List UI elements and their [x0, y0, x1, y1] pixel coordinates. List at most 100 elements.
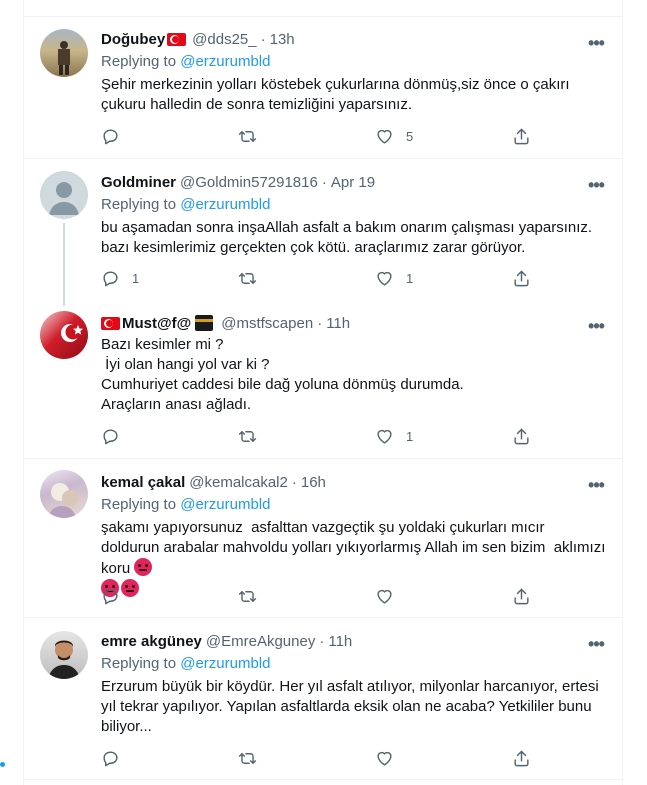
share-button[interactable]: [512, 426, 531, 446]
more-options-icon[interactable]: •••: [586, 635, 606, 658]
tweet[interactable]: kemal çakal @kemalcakal2 · 16h Replying …: [24, 460, 622, 618]
action-bar: [101, 748, 531, 768]
notification-dot-icon: [0, 762, 5, 767]
like-count: 1: [406, 428, 414, 444]
tweet-text: Erzurum büyük bir köydür. Her yıl asfalt…: [101, 678, 603, 735]
tweet[interactable]: Doğubey @dds25_ · 13h Replying to @erzur…: [24, 16, 622, 159]
replying-to-label: Replying to: [101, 655, 177, 672]
user-handle[interactable]: @mstfscapen: [221, 315, 313, 332]
more-options-icon[interactable]: •••: [586, 476, 606, 499]
tweet-header: Goldminer @Goldmin57291816 · Apr 19: [101, 172, 606, 192]
replying-to-link[interactable]: @erzurumbld: [180, 496, 270, 513]
share-icon: [514, 428, 529, 444]
avatar[interactable]: [40, 29, 88, 77]
avatar[interactable]: [40, 631, 88, 679]
tweet-header: Doğubey @dds25_ · 13h: [101, 29, 606, 49]
tweet-header: Must@f@ @mstfscapen · 11h: [101, 313, 606, 333]
reply-button[interactable]: [101, 586, 171, 606]
display-name[interactable]: Must@f@: [122, 315, 191, 332]
reply-button[interactable]: 1: [101, 268, 171, 288]
replying-to-label: Replying to: [101, 53, 177, 70]
avatar[interactable]: [40, 311, 88, 359]
display-name[interactable]: kemal çakal: [101, 474, 185, 491]
separator-dot: ·: [317, 314, 323, 332]
share-button[interactable]: [512, 268, 531, 288]
timestamp[interactable]: 11h: [326, 315, 350, 332]
display-name[interactable]: Goldminer: [101, 174, 176, 191]
share-button[interactable]: [512, 126, 531, 146]
like-button[interactable]: [375, 748, 445, 768]
heart-icon: [377, 429, 392, 444]
avatar[interactable]: [40, 470, 88, 518]
reply-button[interactable]: [101, 748, 171, 768]
replying-to: Replying to @erzurumbld: [101, 52, 606, 72]
like-button[interactable]: 5: [375, 126, 445, 146]
tweet[interactable]: Goldminer @Goldmin57291816 · Apr 19 Repl…: [24, 160, 622, 306]
display-name[interactable]: emre akgüney: [101, 633, 202, 650]
tweet-text-content: şakamı yapıyorsunuz asfalttan vazgeçtik …: [101, 519, 610, 577]
share-icon: [514, 750, 529, 766]
turkey-flag-icon: [101, 316, 120, 330]
avatar[interactable]: [40, 171, 88, 219]
separator-dot: ·: [321, 173, 327, 191]
tweet[interactable]: Must@f@ @mstfscapen · 11h Bazı kesimler …: [24, 303, 622, 459]
like-count: 5: [406, 128, 414, 144]
replying-to-label: Replying to: [101, 196, 177, 213]
separator-dot: ·: [319, 632, 325, 650]
angry-face-emoji-icon: [134, 558, 153, 576]
timestamp[interactable]: 16h: [301, 474, 326, 491]
more-options-icon[interactable]: •••: [586, 176, 606, 199]
like-button[interactable]: [375, 586, 445, 606]
timeline: Doğubey @dds25_ · 13h Replying to @erzur…: [23, 0, 623, 785]
retweet-icon: [238, 430, 257, 442]
timestamp[interactable]: 13h: [270, 31, 295, 48]
like-button[interactable]: 1: [375, 426, 445, 446]
retweet-button[interactable]: [238, 268, 308, 288]
reply-button[interactable]: [101, 426, 171, 446]
like-count: 1: [406, 270, 414, 286]
retweet-button[interactable]: [238, 426, 308, 446]
retweet-icon: [238, 272, 257, 284]
action-bar: 1: [101, 426, 531, 446]
action-bar: 5: [101, 126, 531, 146]
turkey-flag-icon: [167, 32, 187, 46]
replying-to: Replying to @erzurumbld: [101, 495, 606, 515]
separator-dot: ·: [260, 30, 266, 48]
heart-icon: [377, 129, 392, 144]
reply-icon: [103, 750, 118, 766]
more-options-icon[interactable]: •••: [586, 34, 606, 57]
heart-icon: [377, 589, 392, 604]
heart-icon: [377, 751, 392, 766]
share-icon: [514, 588, 529, 604]
user-handle[interactable]: @Goldmin57291816: [180, 174, 318, 191]
retweet-button[interactable]: [238, 586, 308, 606]
action-bar: 1 1: [101, 268, 531, 288]
user-handle[interactable]: @dds25_: [192, 31, 256, 48]
retweet-button[interactable]: [238, 126, 308, 146]
replying-to-label: Replying to: [101, 496, 177, 513]
replying-to-link[interactable]: @erzurumbld: [180, 53, 270, 70]
tweet[interactable]: emre akgüney @EmreAkguney · 11h Replying…: [24, 619, 622, 780]
replying-to-link[interactable]: @erzurumbld: [180, 655, 270, 672]
replying-to-link[interactable]: @erzurumbld: [180, 196, 270, 213]
reply-count: 1: [132, 270, 140, 286]
reply-button[interactable]: [101, 126, 171, 146]
action-bar: [101, 586, 531, 606]
tweet-text: Bazı kesimler mi ? İyi olan hangi yol va…: [101, 336, 464, 413]
tweet-text: bu aşamadan sonra inşaAllah asfalt a bak…: [101, 219, 597, 256]
timestamp[interactable]: Apr 19: [331, 174, 375, 191]
display-name[interactable]: Doğubey: [101, 31, 165, 48]
replying-to: Replying to @erzurumbld: [101, 195, 606, 215]
share-button[interactable]: [512, 586, 531, 606]
user-handle[interactable]: @EmreAkguney: [206, 633, 315, 650]
more-options-icon[interactable]: •••: [586, 317, 606, 340]
like-button[interactable]: 1: [375, 268, 445, 288]
thread-line: [63, 223, 65, 306]
reply-icon: [103, 428, 118, 444]
share-button[interactable]: [512, 748, 531, 768]
retweet-button[interactable]: [238, 748, 308, 768]
retweet-icon: [238, 590, 257, 602]
user-handle[interactable]: @kemalcakal2: [189, 474, 288, 491]
tweet-text: Şehir merkezinin yolları köstebek çukurl…: [101, 76, 574, 113]
timestamp[interactable]: 11h: [328, 633, 352, 650]
